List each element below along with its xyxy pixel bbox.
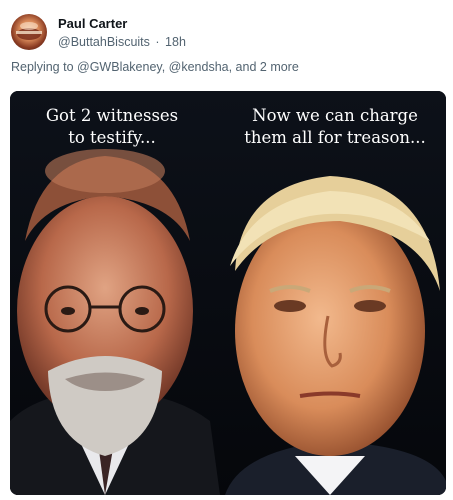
reply-context: Replying to @GWBlakeney, @kendsha, and 2…	[11, 60, 299, 74]
caption-left: Got 2 witnesses to testify...	[45, 106, 179, 147]
meme-photo	[10, 91, 446, 495]
author-avatar[interactable]	[11, 14, 47, 50]
post-timestamp[interactable]: 18h	[165, 35, 186, 49]
post-image[interactable]: Got 2 witnesses to testify... Now we can…	[10, 91, 446, 495]
reply-prefix: Replying to	[11, 60, 78, 74]
caption-right: Now we can charge them all for treason..…	[244, 106, 426, 147]
author-handle[interactable]: @ButtahBiscuits	[58, 35, 150, 49]
meta-separator: ·	[155, 35, 160, 49]
avatar-image	[16, 22, 42, 40]
reply-to-users[interactable]: @GWBlakeney, @kendsha, and 2 more	[77, 60, 299, 74]
post-meta: @ButtahBiscuits · 18h	[58, 35, 186, 49]
tweet: Paul Carter @ButtahBiscuits · 18h Replyi…	[0, 0, 453, 500]
author-name[interactable]: Paul Carter	[58, 16, 127, 31]
